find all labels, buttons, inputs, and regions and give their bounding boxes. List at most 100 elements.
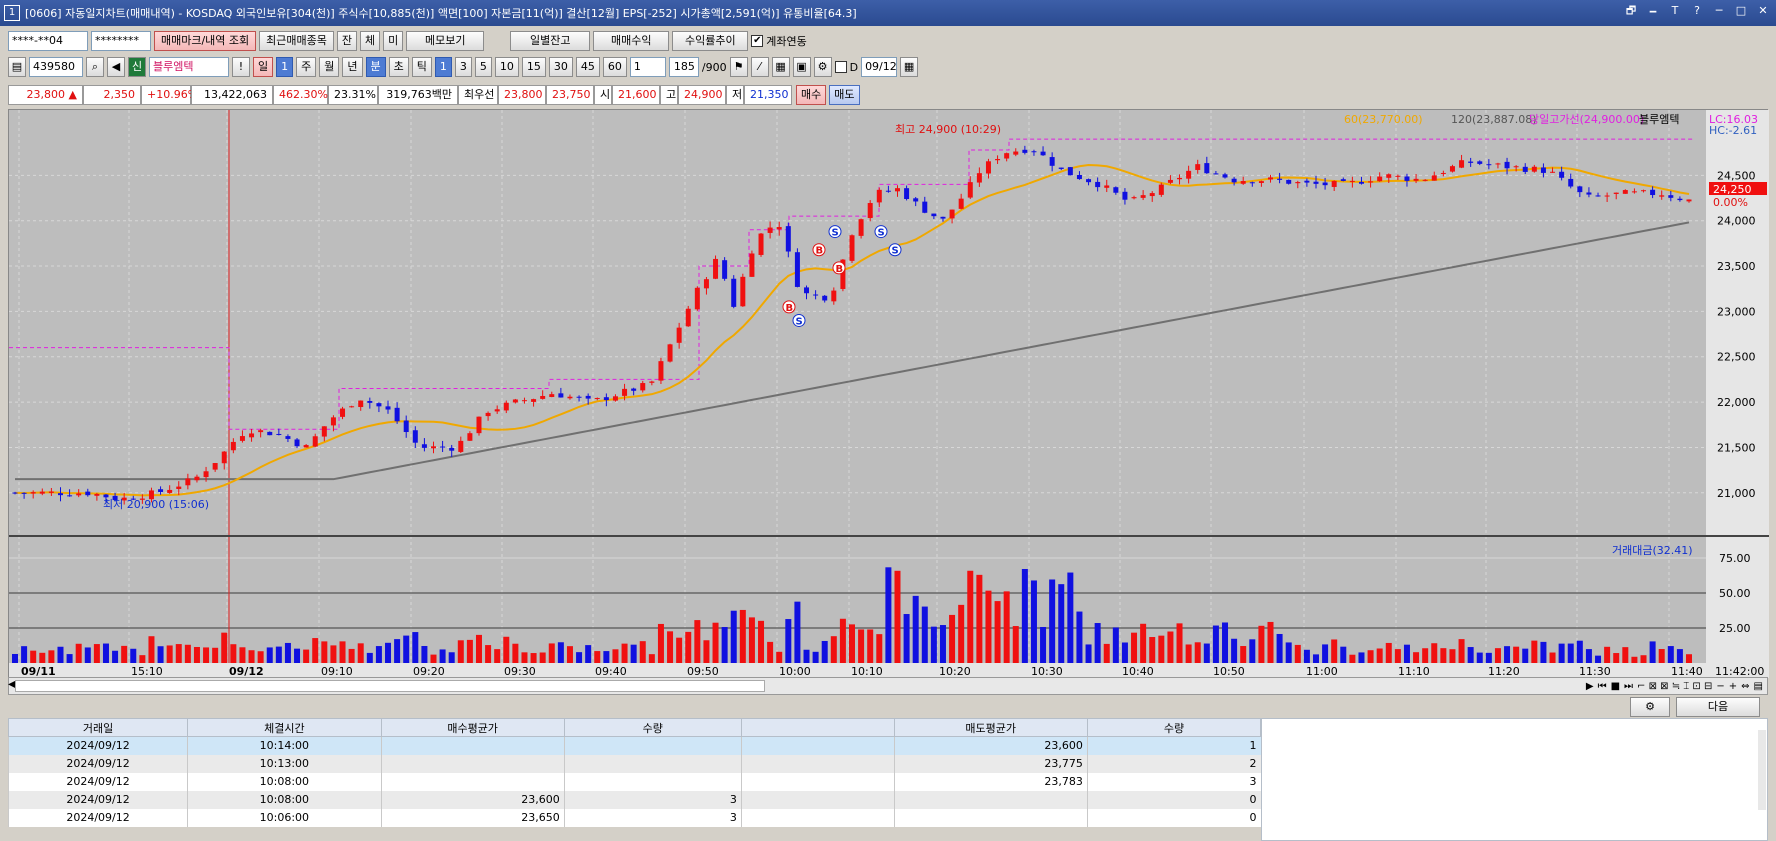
table-scrollbar[interactable] (1758, 730, 1766, 810)
gear-icon[interactable]: ⚙ (813, 57, 832, 77)
minute-3[interactable]: 3 (454, 57, 472, 77)
trade-profit-button[interactable]: 매매수익 (593, 31, 670, 51)
draw-tool-icon[interactable]: ⁄ (750, 57, 769, 77)
last-icon[interactable]: ⏭ (1624, 681, 1633, 692)
menu-icon[interactable]: ▤ (8, 57, 26, 77)
period-day[interactable]: 일 (253, 57, 274, 77)
account-select[interactable]: ****-**04 (8, 31, 88, 51)
scroll-right-icon[interactable]: ▶ (1586, 681, 1594, 692)
price-tick: 24,000 (1717, 215, 1756, 228)
chart-scrollbar[interactable]: ◀ ▶ ⏮ ■ ⏭ ⌐ ⊠ ⊠ ≒ ⌶ ⊡ ⊟ − + ⇔ ▤ (8, 677, 1768, 695)
minute-5[interactable]: 5 (474, 57, 492, 77)
minute-10[interactable]: 10 (494, 57, 519, 77)
zoom-reset-icon[interactable]: ⇔ (1741, 681, 1749, 692)
minute-1[interactable]: 1 (434, 57, 452, 77)
candle-body (885, 190, 891, 192)
table-row[interactable]: 2024/09/12 10:13:00 23,775 2 (7, 754, 1261, 773)
daily-balance-button[interactable]: 일별잔고 (510, 31, 591, 51)
sell-mark-label: S (878, 228, 885, 239)
minute-15[interactable]: 15 (521, 57, 546, 77)
grid-settings-button[interactable]: ⚙ (1630, 697, 1670, 717)
zoom-in-icon[interactable]: + (1729, 681, 1737, 692)
period-tick[interactable]: 틱 (411, 57, 432, 77)
table-cell: 2024/09/12 (7, 754, 188, 773)
next-button[interactable]: 다음 (1676, 697, 1760, 717)
alert-icon[interactable]: ! (232, 57, 250, 77)
sound-icon[interactable]: ◀ (107, 57, 125, 77)
candle-body (258, 430, 264, 433)
print-icon[interactable]: ▦ (771, 57, 790, 77)
sell-button[interactable]: 매도 (829, 85, 860, 105)
password-field[interactable]: ******** (91, 31, 151, 51)
period-day-count[interactable]: 1 (276, 57, 294, 77)
candle-body (1413, 178, 1419, 181)
first-icon[interactable]: ⏮ (1598, 681, 1607, 692)
period-minute[interactable]: 분 (365, 57, 386, 77)
volume-bar (767, 641, 774, 663)
volume-bar (1367, 650, 1374, 663)
volume-bar (1531, 640, 1538, 663)
scroll-thumb[interactable] (15, 680, 765, 692)
table-cell (380, 772, 565, 791)
memo-button[interactable]: 메모보기 (406, 31, 485, 51)
calendar-icon[interactable]: ▦ (900, 57, 919, 77)
col-exec-time[interactable]: 체결시간 (187, 718, 382, 737)
volume-bar (576, 652, 583, 663)
period-week[interactable]: 주 (296, 57, 317, 77)
settings-icon[interactable]: ▤ (1754, 681, 1763, 692)
volume-bar (366, 652, 373, 663)
font-icon[interactable]: T (1668, 4, 1682, 18)
candle-body (1304, 180, 1310, 183)
table-row[interactable]: 2024/09/12 10:14:00 23,600 1 (7, 736, 1261, 755)
col-buy-avg[interactable]: 매수평균가 (380, 718, 565, 737)
date-checkbox[interactable]: D (834, 61, 858, 74)
col-sell-avg[interactable]: 매도평균가 (893, 718, 1088, 737)
period-month[interactable]: 월 (319, 57, 340, 77)
candle-body (813, 294, 819, 296)
minimize-tray-icon[interactable]: 🗕 (1646, 4, 1660, 18)
search-icon[interactable]: ⌕ (86, 57, 104, 77)
col-trade-date[interactable]: 거래일 (7, 718, 189, 737)
recent-trades-button[interactable]: 최근매매종목 (259, 31, 334, 51)
ma120-legend: 120(23,887.08) (1451, 113, 1537, 126)
trade-mark-button[interactable]: 매매마크/내역 조회 (154, 31, 257, 51)
volume-bar (1431, 643, 1438, 663)
chart-area[interactable]: BSBSBSS 60(23,770.00) 120(23,887.08) 당일고… (8, 109, 1769, 678)
filled-button[interactable]: 체 (360, 31, 381, 51)
buy-button[interactable]: 매수 (796, 85, 827, 105)
candle-body (1186, 170, 1192, 179)
minimize-icon[interactable]: ─ (1712, 4, 1726, 18)
col-sell-qty[interactable]: 수량 (1086, 718, 1262, 737)
candle-body (603, 397, 609, 401)
best-bid: 23,750 (546, 85, 594, 105)
minute-60[interactable]: 60 (602, 57, 627, 77)
close-icon[interactable]: ✕ (1756, 4, 1770, 18)
table-row[interactable]: 2024/09/12 10:06:00 23,650 3 0 (7, 808, 1261, 827)
zoom-out-icon[interactable]: − (1716, 681, 1724, 692)
account-link-checkbox[interactable]: ✔ 계좌연동 (751, 33, 807, 49)
table-row[interactable]: 2024/09/12 10:08:00 23,783 3 (7, 772, 1261, 791)
date-input[interactable]: 09/12 (861, 57, 898, 77)
table-row[interactable]: 2024/09/12 10:08:00 23,600 3 0 (7, 790, 1261, 809)
step-select[interactable]: 1 (629, 57, 666, 77)
period-second[interactable]: 초 (388, 57, 409, 77)
open-price: 21,600 (612, 85, 660, 105)
unfilled-button[interactable]: 미 (383, 31, 404, 51)
candle-body (1067, 167, 1073, 176)
count-input[interactable]: 185 (668, 57, 699, 77)
maximize-icon[interactable]: □ (1734, 4, 1748, 18)
save-icon[interactable]: ▣ (792, 57, 811, 77)
col-buy-qty[interactable]: 수량 (563, 718, 742, 737)
tool-icons[interactable]: ⌐ ⊠ ⊠ ≒ ⌶ ⊡ ⊟ (1637, 681, 1712, 692)
help-icon[interactable]: ? (1690, 4, 1704, 18)
price-chart[interactable]: BSBSBSS 60(23,770.00) 120(23,887.08) 당일고… (9, 110, 1769, 678)
period-year[interactable]: 년 (342, 57, 363, 77)
balance-button[interactable]: 잔 (336, 31, 358, 51)
stock-code-input[interactable]: 439580 (29, 57, 83, 77)
stop-icon[interactable]: ■ (1611, 681, 1620, 692)
minute-45[interactable]: 45 (575, 57, 600, 77)
chart-type-icon[interactable]: ⚑ (729, 57, 748, 77)
profit-rate-button[interactable]: 수익률추이 (672, 31, 749, 51)
minute-30[interactable]: 30 (548, 57, 573, 77)
restore-icon[interactable]: 🗗 (1624, 4, 1638, 18)
